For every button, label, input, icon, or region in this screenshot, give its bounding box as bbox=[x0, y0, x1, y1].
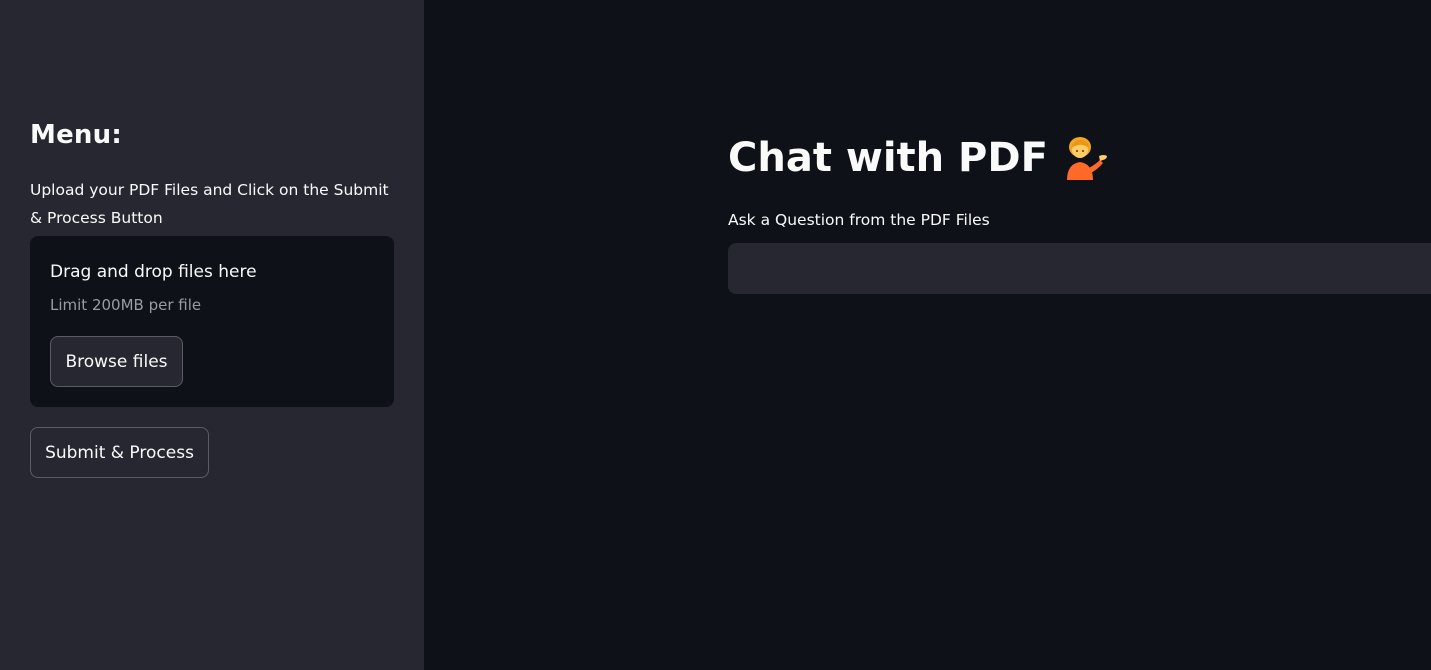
app-root: Menu: Upload your PDF Files and Click on… bbox=[0, 0, 1431, 670]
sidebar-title: Menu: bbox=[30, 120, 122, 150]
dropzone-title: Drag and drop files here bbox=[50, 262, 257, 282]
person-tipping-hand-icon bbox=[1062, 134, 1110, 182]
question-label: Ask a Question from the PDF Files bbox=[728, 211, 990, 229]
sidebar: Menu: Upload your PDF Files and Click on… bbox=[0, 0, 424, 670]
question-input[interactable] bbox=[728, 243, 1431, 294]
dropzone-limit: Limit 200MB per file bbox=[50, 296, 202, 314]
page-title: Chat with PDF bbox=[728, 134, 1110, 182]
sidebar-description: Upload your PDF Files and Click on the S… bbox=[30, 181, 389, 227]
submit-process-button[interactable]: Submit & Process bbox=[30, 427, 209, 478]
file-dropzone[interactable]: Drag and drop files here Limit 200MB per… bbox=[30, 236, 394, 407]
page-title-text: Chat with PDF bbox=[728, 135, 1048, 181]
browse-files-button[interactable]: Browse files bbox=[50, 336, 183, 387]
